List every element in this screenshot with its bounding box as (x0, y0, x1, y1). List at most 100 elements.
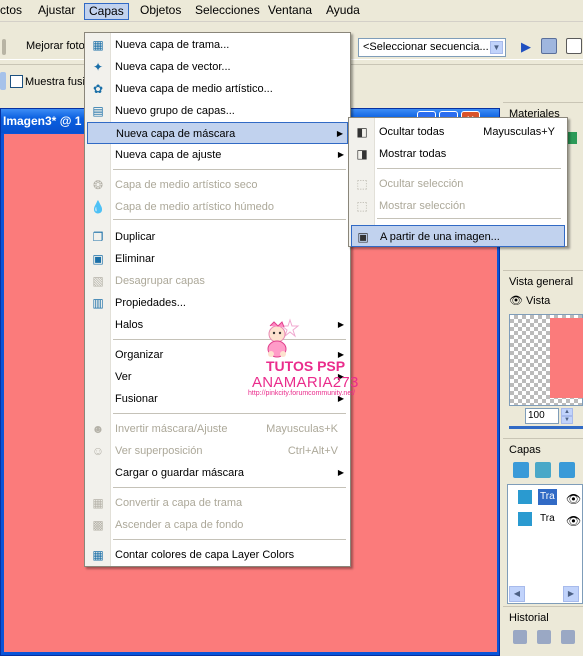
menu-item-label: Nueva capa de vector... (115, 61, 231, 73)
menu-ventana[interactable]: Ventana (264, 3, 316, 20)
overview-thumbnail[interactable] (509, 314, 583, 406)
enhance-photo-button[interactable]: Mejorar foto (26, 40, 85, 52)
submenu-item-3: ⬚ Mostrar selección (351, 195, 565, 217)
menu-item-label: Nueva capa de trama... (115, 39, 230, 51)
menu-item-21[interactable]: ▦ Contar colores de capa Layer Colors (87, 544, 348, 566)
menu-ayuda[interactable]: Ayuda (322, 3, 364, 20)
menu-item-label: Fusionar (115, 393, 158, 405)
submenu-item-label: A partir de una imagen... (380, 231, 500, 243)
menu-item-8[interactable]: ❐ Duplicar (87, 226, 348, 248)
toolbar-grip[interactable] (2, 39, 6, 55)
script-window-icon[interactable] (566, 38, 582, 54)
preview-tab[interactable]: 👁 Vista previa (509, 292, 583, 325)
submenu-item-2: ⬚ Ocultar selección (351, 173, 565, 195)
layers-scroll-right-icon[interactable]: ▶ (563, 586, 579, 602)
dry-media-icon: ❂ (92, 178, 104, 192)
mask-submenu: ◧ Ocultar todas Mayusculas+Y ◨ Mostrar todas… (348, 117, 568, 247)
convert-raster-icon: ▦ (92, 496, 104, 510)
menu-item-18[interactable]: Cargar o guardar máscara ▶ (87, 462, 348, 484)
menu-item-11[interactable]: ▥ Propiedades... (87, 292, 348, 314)
duplicate-icon: ❐ (92, 230, 104, 244)
menu-objetos[interactable]: Objetos (136, 3, 185, 20)
menu-item-label: Capa de medio artístico húmedo (115, 201, 274, 213)
menu-item-1[interactable]: ✦ Nueva capa de vector... (87, 56, 348, 78)
menu-item-0[interactable]: ▦ Nueva capa de trama... (87, 34, 348, 56)
menu-item-label: Cargar o guardar máscara (115, 467, 245, 479)
history-options-icon[interactable] (561, 630, 575, 644)
zoom-down-icon[interactable]: ▼ (561, 416, 573, 424)
menu-separator (377, 168, 561, 169)
menu-item-19: ▦ Convertir a capa de trama (87, 492, 348, 514)
menu-item-10: ▧ Desagrupar capas (87, 270, 348, 292)
menu-separator (113, 339, 346, 340)
submenu-item-shortcut: Mayusculas+Y (483, 126, 555, 138)
layer-row[interactable]: Tra 👁 (516, 487, 583, 507)
submenu-item-0[interactable]: ◧ Ocultar todas Mayusculas+Y (351, 121, 565, 143)
hide-all-mask-icon: ◧ (356, 125, 368, 139)
layers-scroll-left-icon[interactable]: ◀ (509, 586, 525, 602)
submenu-item-label: Mostrar todas (379, 148, 447, 160)
chevron-down-icon[interactable]: ▼ (490, 41, 503, 54)
menu-ajustar[interactable]: Ajustar (34, 3, 79, 20)
undo-icon[interactable] (513, 630, 527, 644)
new-vector-layer-icon[interactable] (535, 462, 551, 478)
menu-item-12[interactable]: Halos ▶ (87, 314, 348, 336)
layers-title: Capas (503, 438, 583, 460)
menu-separator (113, 487, 346, 488)
play-icon[interactable]: ▶ (521, 39, 531, 55)
menu-item-4[interactable]: Nueva capa de máscara ▶ (87, 122, 348, 144)
visibility-eye-icon[interactable]: 👁 (566, 489, 581, 509)
tool-icon[interactable] (0, 72, 6, 90)
menu-item-17: ☺ Ver superposición Ctrl+Alt+V (87, 440, 348, 462)
menu-item-16: ☻ Invertir máscara/Ajuste Mayusculas+K (87, 418, 348, 440)
submenu-item-label: Ocultar selección (379, 178, 464, 190)
menu-selecciones[interactable]: Selecciones (191, 3, 264, 20)
zoom-up-icon[interactable]: ▲ (561, 408, 573, 416)
menu-item-5[interactable]: Nueva capa de ajuste ▶ (87, 144, 348, 166)
menu-item-label: Ver superposición (115, 445, 203, 457)
menu-item-label: Ascender a capa de fondo (115, 519, 244, 531)
submenu-item-1[interactable]: ◨ Mostrar todas (351, 143, 565, 165)
submenu-arrow-icon: ▶ (336, 129, 343, 138)
layer-row[interactable]: Tra 👁 (516, 509, 583, 529)
menu-item-2[interactable]: ✿ Nueva capa de medio artístico... (87, 78, 348, 100)
menu-item-label: Nueva capa de máscara (116, 128, 236, 140)
submenu-item-label: Ocultar todas (379, 126, 445, 138)
menu-item-9[interactable]: ▣ Eliminar (87, 248, 348, 270)
zoom-slider[interactable] (509, 426, 583, 429)
properties-icon: ▥ (92, 296, 104, 310)
menu-item-3[interactable]: ▤ Nuevo grupo de capas... (87, 100, 348, 122)
sequence-select[interactable]: <Seleccionar secuencia... ▼ (358, 38, 506, 57)
doll-watermark-icon (267, 318, 300, 358)
visibility-eye-icon[interactable]: 👁 (566, 511, 581, 531)
layer-options-icon[interactable] (559, 462, 575, 478)
wet-media-icon: 💧 (90, 200, 106, 214)
new-raster-layer-icon[interactable] (513, 462, 529, 478)
menu-item-shortcut: Ctrl+Alt+V (287, 445, 338, 457)
menu-item-label: Contar colores de capa Layer Colors (115, 549, 295, 561)
submenu-item-4[interactable]: ▣ A partir de una imagen... (351, 225, 565, 247)
menu-efectos[interactable]: ctos (0, 3, 26, 20)
menu-separator (113, 169, 346, 170)
layer-group-icon: ▤ (92, 104, 104, 118)
vector-layer-icon: ✦ (92, 60, 104, 74)
redo-icon[interactable] (537, 630, 551, 644)
raster-layer-icon (518, 512, 532, 526)
menu-item-label: Desagrupar capas (115, 275, 205, 287)
zoom-input[interactable]: 100 (525, 408, 559, 424)
menu-capas[interactable]: Capas (84, 3, 129, 20)
history-title: Historial (503, 606, 583, 628)
layer-name: Tra (540, 513, 555, 524)
menu-item-20: ▩ Ascender a capa de fondo (87, 514, 348, 536)
menu-item-6: ❂ Capa de medio artístico seco (87, 174, 348, 196)
watermark-author: ANAMARIA273 (252, 374, 359, 391)
capas-menu: ▦ Nueva capa de trama... ✦ Nueva capa de ve… (84, 32, 351, 567)
watermark-url: http://pinkcity.forumcommunity.net/ (248, 390, 356, 397)
script-edit-icon[interactable] (541, 38, 557, 54)
menu-item-label: Convertir a capa de trama (115, 497, 243, 509)
menu-item-label: Propiedades... (115, 297, 186, 309)
menu-item-label: Duplicar (115, 231, 156, 243)
sample-merged-checkbox[interactable] (10, 75, 23, 88)
menu-separator (113, 413, 346, 414)
menu-item-label: Capa de medio artístico seco (115, 179, 258, 191)
